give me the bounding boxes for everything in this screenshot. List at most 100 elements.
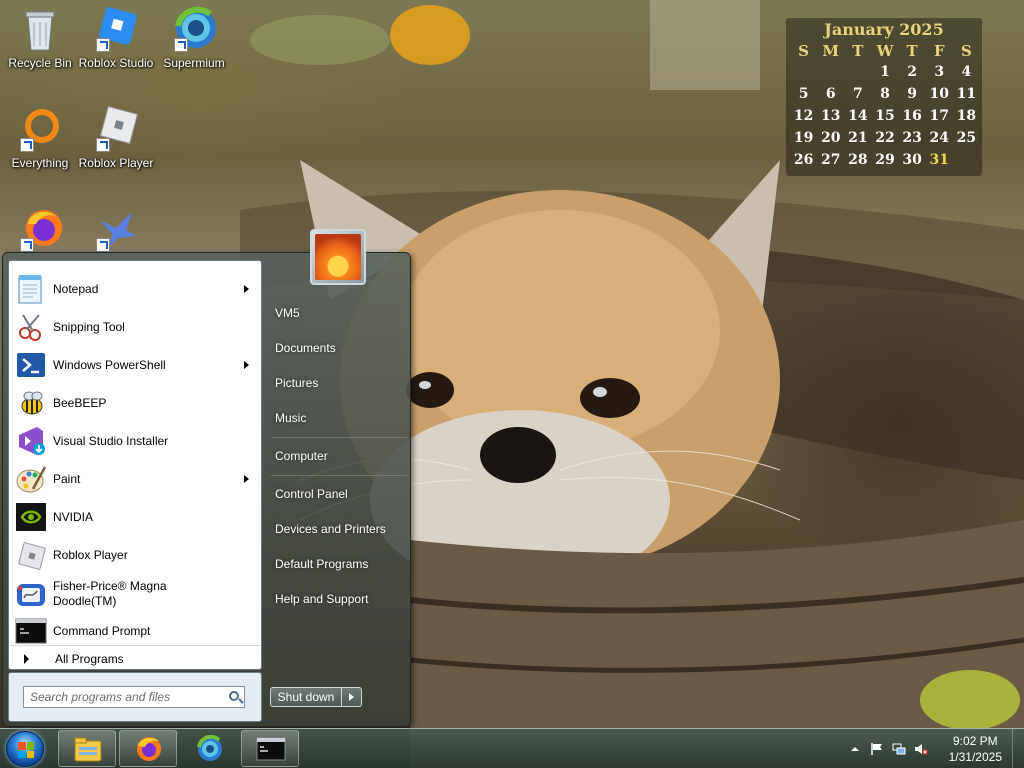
taskbar-clock[interactable]: 9:02 PM 1/31/2025 xyxy=(949,733,1002,765)
program-command-prompt[interactable]: Command Prompt xyxy=(9,613,261,649)
desktop-icon-supermium[interactable]: Supermium xyxy=(154,6,234,70)
program-visual-studio-installer[interactable]: Visual Studio Installer xyxy=(9,423,261,459)
submenu-arrow-icon[interactable] xyxy=(244,285,249,293)
calendar-week-row: 5 6 7 8 9 10 11 xyxy=(790,83,980,105)
place-default-programs[interactable]: Default Programs xyxy=(269,550,409,578)
calendar-day[interactable]: 1 xyxy=(871,61,898,83)
desktop-icon-recycle-bin[interactable]: Recycle Bin xyxy=(0,6,80,70)
start-button[interactable] xyxy=(6,731,44,767)
weekday-label: T xyxy=(906,41,918,60)
calendar-day[interactable]: 24 xyxy=(926,127,953,149)
shutdown-options-arrow-icon[interactable] xyxy=(342,687,362,707)
calendar-day[interactable]: 23 xyxy=(899,127,926,149)
place-help-and-support[interactable]: Help and Support xyxy=(269,585,409,613)
separator xyxy=(271,437,407,438)
calendar-day[interactable]: 10 xyxy=(926,83,953,105)
action-center-flag-icon[interactable] xyxy=(870,742,884,756)
taskbar-windows-explorer[interactable] xyxy=(58,730,116,767)
program-magna-doodle[interactable]: Fisher-Price® Magna Doodle(TM) xyxy=(9,575,261,613)
calendar-gadget[interactable]: January 2025 S M T W T F S 1 2 3 4 5 6 7 8 9 10 11… xyxy=(786,18,982,176)
calendar-day[interactable]: 21 xyxy=(844,127,871,149)
calendar-day[interactable]: 28 xyxy=(844,149,871,171)
program-paint[interactable]: Paint xyxy=(9,461,261,497)
calendar-day[interactable]: 15 xyxy=(871,105,898,127)
start-menu-programs-pane: Notepad Snipping Tool Windows PowerShell… xyxy=(8,260,262,670)
place-computer[interactable]: Computer xyxy=(269,442,409,470)
calendar-day[interactable]: 4 xyxy=(953,61,980,83)
clock-date: 1/31/2025 xyxy=(948,750,1002,764)
desktop-icon-firefox[interactable] xyxy=(0,206,80,256)
program-notepad[interactable]: Notepad xyxy=(9,271,261,307)
roblox-studio-icon xyxy=(92,6,140,54)
calendar-day[interactable]: 30 xyxy=(899,149,926,171)
calendar-day[interactable]: 19 xyxy=(790,127,817,149)
search-input[interactable]: Search programs and files xyxy=(23,686,245,708)
weekday-label: M xyxy=(822,41,840,60)
desktop-icon-roblox-player[interactable]: Roblox Player xyxy=(76,106,156,170)
place-music[interactable]: Music xyxy=(269,404,409,432)
place-pictures[interactable]: Pictures xyxy=(269,369,409,397)
powershell-icon xyxy=(15,349,47,381)
desktop-icon-roblox-studio[interactable]: Roblox Studio xyxy=(76,6,156,70)
show-hidden-icons-icon[interactable] xyxy=(848,742,862,756)
program-nvidia[interactable]: NVIDIA xyxy=(9,499,261,535)
calendar-day[interactable]: 12 xyxy=(790,105,817,127)
calendar-day[interactable]: 5 xyxy=(790,83,817,105)
taskbar-command-prompt[interactable] xyxy=(241,730,299,767)
place-user-folder[interactable]: VM5 xyxy=(269,299,409,327)
submenu-arrow-icon[interactable] xyxy=(244,475,249,483)
program-label: Windows PowerShell xyxy=(53,357,166,372)
calendar-day[interactable]: 3 xyxy=(926,61,953,83)
calendar-day xyxy=(844,61,871,83)
place-documents[interactable]: Documents xyxy=(269,334,409,362)
place-control-panel[interactable]: Control Panel xyxy=(269,480,409,508)
calendar-day[interactable]: 7 xyxy=(844,83,871,105)
calendar-day[interactable]: 22 xyxy=(871,127,898,149)
taskbar-supermium[interactable] xyxy=(180,730,238,767)
show-desktop-button[interactable] xyxy=(1012,729,1024,768)
calendar-week-row: 1234 xyxy=(790,61,980,83)
snipping-tool-icon xyxy=(15,311,47,343)
roblox-player-icon xyxy=(92,106,140,154)
calendar-day[interactable]: 25 xyxy=(953,127,980,149)
place-devices-and-printers[interactable]: Devices and Printers xyxy=(269,515,409,543)
program-roblox-player[interactable]: Roblox Player xyxy=(9,537,261,573)
all-programs-button[interactable]: All Programs xyxy=(9,645,261,671)
program-snipping-tool[interactable]: Snipping Tool xyxy=(9,309,261,345)
calendar-day-today[interactable]: 31 xyxy=(926,149,953,171)
calendar-day[interactable]: 9 xyxy=(899,83,926,105)
calendar-day[interactable]: 13 xyxy=(817,105,844,127)
program-beebeep[interactable]: BeeBEEP xyxy=(9,385,261,421)
volume-muted-icon[interactable] xyxy=(914,742,928,756)
network-icon[interactable] xyxy=(892,742,906,756)
calendar-day[interactable]: 6 xyxy=(817,83,844,105)
desktop-icon-everything[interactable]: Everything xyxy=(0,106,80,170)
calendar-day[interactable]: 17 xyxy=(926,105,953,127)
bird-app-icon xyxy=(92,206,140,254)
program-windows-powershell[interactable]: Windows PowerShell xyxy=(9,347,261,383)
desktop-icon-bird-app[interactable] xyxy=(76,206,156,256)
windows-explorer-icon xyxy=(73,735,103,763)
supermium-icon xyxy=(170,6,218,54)
separator xyxy=(271,475,407,476)
calendar-day[interactable]: 16 xyxy=(899,105,926,127)
calendar-day[interactable]: 11 xyxy=(953,83,980,105)
calendar-day[interactable]: 18 xyxy=(953,105,980,127)
program-label: Snipping Tool xyxy=(53,319,125,334)
search-icon[interactable] xyxy=(229,691,239,701)
shutdown-button[interactable]: Shut down xyxy=(270,687,342,707)
submenu-arrow-icon[interactable] xyxy=(244,361,249,369)
calendar-day[interactable]: 8 xyxy=(871,83,898,105)
calendar-day[interactable]: 2 xyxy=(899,61,926,83)
expand-arrow-icon xyxy=(24,653,29,664)
taskbar-firefox[interactable] xyxy=(119,730,177,767)
weekday-label: W xyxy=(876,41,894,60)
calendar-day[interactable]: 26 xyxy=(790,149,817,171)
calendar-day[interactable]: 20 xyxy=(817,127,844,149)
paint-icon xyxy=(15,463,47,495)
calendar-day[interactable]: 14 xyxy=(844,105,871,127)
shutdown-control: Shut down xyxy=(270,687,362,707)
weekday-label: T xyxy=(852,41,864,60)
calendar-day[interactable]: 29 xyxy=(871,149,898,171)
calendar-day[interactable]: 27 xyxy=(817,149,844,171)
